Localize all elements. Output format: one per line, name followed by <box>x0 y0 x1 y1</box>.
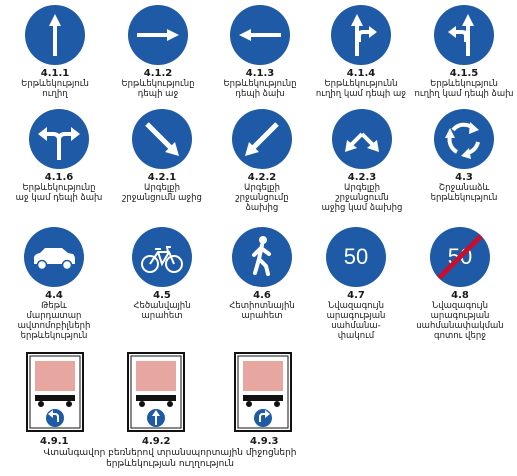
arrow-up-right-icon <box>331 5 391 65</box>
plate-code: 4.9.1 <box>40 436 69 447</box>
arrow-down-right-icon <box>132 109 192 169</box>
truck-arrow-left-icon <box>26 352 84 432</box>
sign-caption: Հեծանվային արահետ <box>133 301 191 321</box>
sign-4-1-6: 4.1.6 Երթևեկությունը աջ կամ դեպի ձախ <box>4 108 114 203</box>
arrow-left-icon <box>230 5 290 65</box>
sign-4-1-5: 4.1.5 Երթևեկություն ուղիղ կամ դեպի ձախ <box>412 4 516 99</box>
sign-caption: Արգելքի շրջանցումը ձախից <box>235 183 289 213</box>
sign-caption: Շրջանաձև երթևեկություն <box>430 183 498 203</box>
sign-4-1-4: 4.1.4 Երթևեկությունն ուղիղ կամ դեպի աջ <box>306 4 416 99</box>
sign-code: 4.2.1 <box>147 172 177 183</box>
car-icon <box>24 227 84 287</box>
speed-value: 50 <box>344 244 368 269</box>
plate-4-9-1 <box>26 352 84 436</box>
sign-code: 4.2.3 <box>347 172 377 183</box>
sign-code: 4.1.4 <box>346 68 376 79</box>
arrow-up-icon <box>25 5 85 65</box>
sign-4-6: 4.6 Հետիոտնային արահետ <box>212 226 312 321</box>
sign-code: 4.1.1 <box>40 68 70 79</box>
plates-caption: Վտանգավոր բեռներով տրանսպորտային միջոցնե… <box>43 448 297 469</box>
plate-code: 4.9.3 <box>250 436 279 447</box>
sign-4-8: 50 4.8 Նվազագույն արագության սահմանափակմ… <box>404 226 516 341</box>
sign-4-2-2: 4.2.2 Արգելքի շրջանցումը ձախից <box>212 108 312 213</box>
sign-code: 4.7 <box>347 290 365 301</box>
sign-caption: Երթևեկությունը դեպի աջ <box>121 79 195 99</box>
plate-4-9-3 <box>234 352 292 436</box>
sign-code: 4.5 <box>153 290 171 301</box>
sign-caption: Արգելքի շրջանցումն աջից <box>122 183 202 203</box>
plate-code: 4.9.2 <box>142 436 171 447</box>
sign-4-3: 4.3 Շրջանաձև երթևեկություն <box>414 108 514 203</box>
arrow-up-left-icon <box>434 5 494 65</box>
sign-caption: Երթևեկություն ուղիղ կամ դեպի ձախ <box>414 79 514 99</box>
truck-arrow-up-icon <box>127 352 185 432</box>
sign-code: 4.2.2 <box>247 172 277 183</box>
sign-code: 4.1.3 <box>245 68 275 79</box>
sign-4-1-1: 4.1.1 Երթևեկություն ուղիղ <box>10 4 100 99</box>
plate-4-9-2 <box>127 352 185 436</box>
sign-4-2-3: 4.2.3 Արգելքի շրջանցումն աջից կամ ձախից <box>310 108 414 213</box>
arrow-right-icon <box>128 5 188 65</box>
sign-caption: Նվազագույն արագության սահմանափակման գոտո… <box>416 301 504 341</box>
sign-code: 4.1.2 <box>143 68 173 79</box>
arrow-down-left-icon <box>232 109 292 169</box>
truck-arrow-right-icon <box>234 352 292 432</box>
sign-code: 4.1.6 <box>44 172 74 183</box>
sign-4-2-1: 4.2.1 Արգելքի շրջանցումն աջից <box>112 108 212 203</box>
sign-4-1-2: 4.1.2 Երթևեկությունը դեպի աջ <box>108 4 208 99</box>
sign-caption: Արգելքի շրջանցումն աջից կամ ձախից <box>321 183 403 213</box>
roundabout-icon <box>434 109 494 169</box>
sign-4-4: 4.4 Թեթև մարդատար ավտոմոբիլների երթևեկու… <box>6 226 102 341</box>
sign-caption: Նվազագույն արագության սահմանա- փակում <box>326 301 386 341</box>
bicycle-icon <box>132 227 192 287</box>
sign-code: 4.1.5 <box>449 68 479 79</box>
sign-4-5: 4.5 Հեծանվային արահետ <box>112 226 212 321</box>
sign-caption: Երթևեկություն ուղիղ <box>21 79 89 99</box>
sign-4-1-3: 4.1.3 Երթևեկությունը դեպի ձախ <box>210 4 310 99</box>
min-speed-icon: 50 <box>326 227 386 287</box>
sign-code: 4.4 <box>45 290 63 301</box>
sign-caption: Թեթև մարդատար ավտոմոբիլների երթևեկությու… <box>17 301 91 341</box>
sign-code: 4.3 <box>455 172 473 183</box>
sign-code: 4.8 <box>451 290 469 301</box>
sign-caption: Երթևեկությունը աջ կամ դեպի ձախ <box>15 183 103 203</box>
sign-caption: Երթևեկությունը դեպի ձախ <box>223 79 297 99</box>
sign-caption: Երթևեկությունն ուղիղ կամ դեպի աջ <box>315 79 407 99</box>
sign-caption: Հետիոտնային արահետ <box>229 301 295 321</box>
pedestrian-icon <box>232 227 292 287</box>
arrows-down-both-icon <box>332 109 392 169</box>
min-speed-end-icon: 50 <box>430 227 490 287</box>
arrow-left-right-icon <box>29 109 89 169</box>
sign-code: 4.6 <box>253 290 271 301</box>
sign-4-7: 50 4.7 Նվազագույն արագության սահմանա- փա… <box>306 226 406 341</box>
